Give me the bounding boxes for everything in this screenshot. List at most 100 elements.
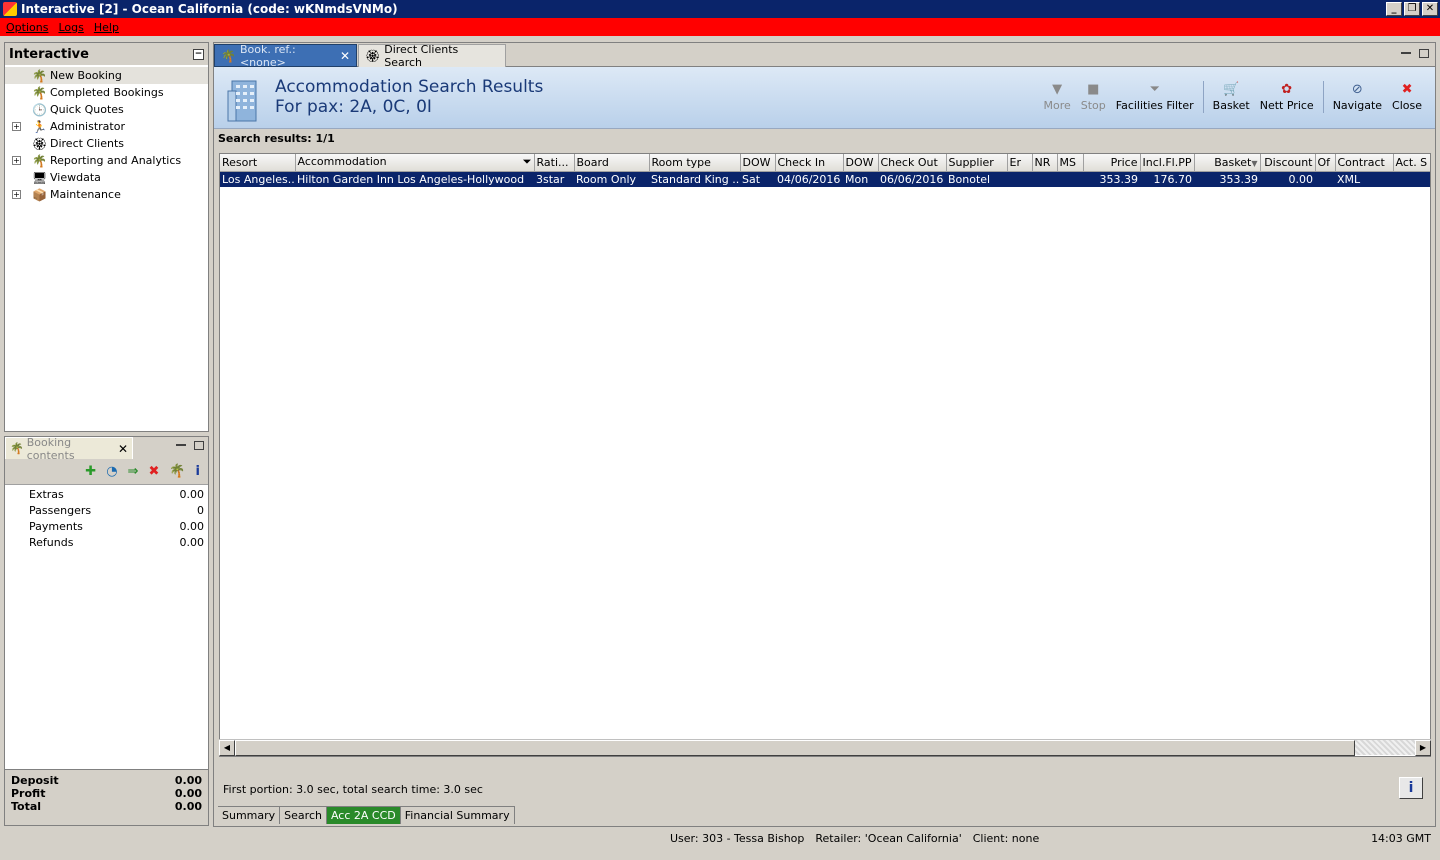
booking-contents-panel: 🌴 Booking contents ✕ ✚ ◔ ⇒ ✖ 🌴 i Extras … — [4, 436, 209, 826]
expand-icon[interactable]: + — [12, 190, 21, 199]
minimize-panel-icon[interactable] — [176, 441, 186, 446]
facilities-filter-button[interactable]: ⏷ Facilities Filter — [1111, 81, 1199, 112]
nav-item-completed-bookings[interactable]: 🌴 Completed Bookings — [5, 84, 208, 101]
expand-icon[interactable]: + — [12, 156, 21, 165]
close-button[interactable]: ✖ Close — [1387, 81, 1427, 112]
basket-button[interactable]: 🛒 Basket — [1208, 81, 1255, 112]
column-header[interactable]: Room type — [649, 154, 741, 172]
nav-item-label: Administrator — [50, 120, 125, 133]
nav-item-label: New Booking — [50, 69, 122, 82]
filter-icon[interactable]: ⏷ — [523, 155, 532, 169]
column-header[interactable]: Basket▼ — [1194, 154, 1261, 172]
bottom-tabbar: Summary Search Acc 2A CCD Financial Summ… — [218, 806, 515, 824]
column-header[interactable]: Discount — [1260, 154, 1316, 172]
basket-icon[interactable]: ⇒ — [128, 464, 139, 479]
close-tab-icon[interactable]: ✕ — [118, 442, 128, 456]
menu-help[interactable]: Help — [94, 21, 119, 34]
column-header[interactable]: Accommodation ⏷ — [295, 154, 535, 172]
column-header[interactable]: Supplier — [946, 154, 1008, 172]
menu-logs[interactable]: Logs — [58, 21, 83, 34]
tool-label: Nett Price — [1259, 99, 1314, 112]
box-icon: 📦 — [32, 187, 47, 202]
column-header[interactable]: Rati... — [534, 154, 575, 172]
column-header[interactable]: Check In — [775, 154, 844, 172]
column-header-label: Basket — [1214, 155, 1252, 169]
nav-item-quick-quotes[interactable]: 🕒 Quick Quotes — [5, 101, 208, 118]
column-header[interactable]: Contract — [1335, 154, 1394, 172]
horizontal-scrollbar[interactable]: ◀ ▶ — [219, 739, 1431, 756]
booking-contents-tab[interactable]: 🌴 Booking contents ✕ — [5, 436, 133, 462]
nav-item-maintenance[interactable]: + 📦 Maintenance — [5, 186, 208, 203]
scrollbar-thumb[interactable] — [235, 740, 1355, 756]
menu-options[interactable]: Options — [6, 21, 48, 34]
column-header[interactable]: Resort — [220, 154, 296, 172]
nett-price-button[interactable]: ✿ Nett Price — [1255, 81, 1319, 112]
tab-direct-clients-search[interactable]: 🏵 Direct Clients Search — [358, 43, 506, 69]
maximize-panel-icon[interactable] — [194, 441, 204, 450]
maximize-panel-icon[interactable] — [1419, 49, 1429, 58]
minimize-button[interactable]: _ — [1386, 2, 1402, 16]
column-header[interactable]: Board — [574, 154, 650, 172]
booking-toolbar: ✚ ◔ ⇒ ✖ 🌴 i — [5, 459, 208, 485]
collapse-icon[interactable]: − — [193, 48, 204, 60]
column-header[interactable]: Price — [1083, 154, 1141, 172]
table-cell — [1032, 171, 1057, 187]
table-row[interactable]: Los Angeles... Hilton Garden Inn Los Ang… — [220, 171, 1430, 187]
palm-tree-icon: 🌴 — [32, 153, 47, 168]
palm-tree-icon: 🌴 — [221, 48, 236, 63]
page-title: Accommodation Search Results — [275, 77, 544, 97]
delete-icon[interactable]: ✖ — [148, 464, 159, 479]
column-header[interactable]: NR — [1032, 154, 1058, 172]
column-header[interactable]: Check Out — [878, 154, 947, 172]
row-value: 0.00 — [179, 487, 205, 501]
stop-button[interactable]: ■ Stop — [1076, 81, 1111, 112]
total-label: Deposit — [11, 774, 59, 787]
toolbar-separator — [1202, 81, 1204, 113]
nav-item-administrator[interactable]: + 🏃 Administrator — [5, 118, 208, 135]
table-cell: Standard King ... — [649, 171, 740, 187]
results-header: Accommodation Search Results For pax: 2A… — [214, 67, 1435, 129]
nav-item-viewdata[interactable]: 🖥 Viewdata — [5, 169, 208, 186]
scroll-right-icon[interactable]: ▶ — [1415, 740, 1431, 756]
column-header[interactable]: Act. S — [1393, 154, 1430, 172]
expand-icon[interactable]: + — [12, 122, 21, 131]
nav-item-new-booking[interactable]: 🌴 New Booking — [5, 67, 208, 84]
column-header[interactable]: Of — [1315, 154, 1336, 172]
tab-search[interactable]: Search — [280, 807, 327, 824]
nav-item-label: Direct Clients — [50, 137, 125, 150]
column-header[interactable]: MS — [1057, 154, 1084, 172]
row-value: 0.00 — [179, 535, 205, 549]
nav-item-reporting-analytics[interactable]: + 🌴 Reporting and Analytics — [5, 152, 208, 169]
booking-summary-list: Extras 0.00 Passengers 0 Payments 0.00 R… — [5, 485, 208, 550]
main-window-controls — [1401, 49, 1429, 58]
tab-financial-summary[interactable]: Financial Summary — [400, 807, 515, 824]
clock-icon[interactable]: ◔ — [106, 464, 117, 479]
info-icon[interactable]: i — [196, 464, 200, 479]
info-button[interactable]: i — [1399, 777, 1423, 799]
scrollbar-track[interactable] — [1355, 740, 1415, 755]
minimize-panel-icon[interactable] — [1401, 49, 1411, 54]
close-window-button[interactable]: ✕ — [1422, 2, 1438, 16]
navigation-tree: 🌴 New Booking 🌴 Completed Bookings 🕒 Qui… — [5, 65, 208, 203]
nav-item-label: Completed Bookings — [50, 86, 164, 99]
more-button[interactable]: ▼ More — [1038, 81, 1075, 112]
total-label: Profit — [11, 787, 46, 800]
add-icon[interactable]: ✚ — [85, 464, 96, 479]
close-tab-icon[interactable]: ✕ — [340, 49, 350, 63]
tab-acc-2a-ccd[interactable]: Acc 2A CCD — [326, 807, 401, 824]
palm-tree-icon[interactable]: 🌴 — [169, 464, 185, 479]
column-header[interactable]: Incl.Fl.PP — [1140, 154, 1195, 172]
nav-item-label: Reporting and Analytics — [50, 154, 182, 167]
restore-button[interactable]: ❐ — [1404, 2, 1420, 16]
palm-tree-icon: 🌴 — [32, 68, 47, 83]
results-table: Resort Accommodation ⏷ Rati... Board Room… — [219, 153, 1431, 757]
total-row: Total 0.00 — [11, 800, 202, 813]
navigate-button[interactable]: ⊘ Navigate — [1328, 81, 1387, 112]
column-header[interactable]: DOW — [740, 154, 776, 172]
column-header[interactable]: Er — [1007, 154, 1033, 172]
tab-booking-ref[interactable]: 🌴 Book. ref.: <none> ✕ — [214, 43, 357, 69]
scroll-left-icon[interactable]: ◀ — [219, 740, 235, 756]
nav-item-direct-clients[interactable]: 🏵 Direct Clients — [5, 135, 208, 152]
column-header[interactable]: DOW — [843, 154, 879, 172]
tab-summary[interactable]: Summary — [218, 807, 281, 824]
